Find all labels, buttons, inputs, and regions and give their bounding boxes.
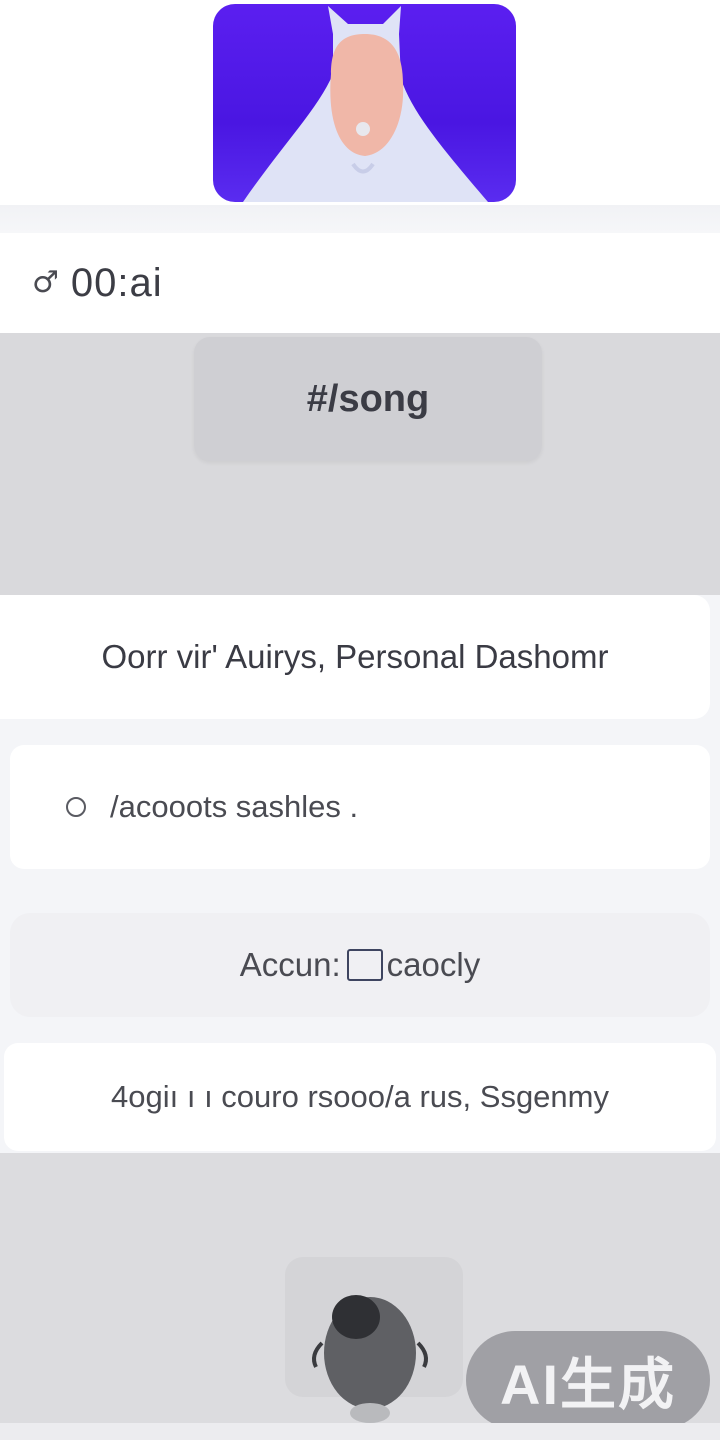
divider — [0, 205, 720, 233]
bottom-strip — [0, 1423, 720, 1440]
bottom-section: AI生成 — [0, 1153, 720, 1429]
avatar-figure-icon — [312, 1295, 428, 1423]
hero-image — [213, 4, 516, 202]
info-card[interactable]: 4ogiı ı ı couro rsooo/a rus, Ssgenmy — [4, 1043, 716, 1151]
account-checkbox[interactable] — [346, 949, 383, 981]
info-card-text: 4ogiı ı ı couro rsooo/a rus, Ssgenmy — [111, 1079, 609, 1114]
header-row: ♂ 00:ai — [0, 233, 720, 333]
radio-button[interactable] — [66, 797, 86, 817]
alarm-icon: ♂ — [32, 265, 59, 300]
account-toggle-label-left: Accun: — [239, 946, 341, 983]
song-button[interactable]: #/song — [194, 337, 542, 461]
accounts-option[interactable]: /acooots sashles . — [10, 745, 710, 869]
accounts-option-label: /acooots sashles . — [110, 789, 359, 824]
ai-generated-watermark: AI生成 — [466, 1331, 710, 1429]
dashboard-title-card[interactable]: Oorr vir' Auirys, Personal Dashomr — [0, 595, 710, 719]
dashboard-title: Oorr vir' Auirys, Personal Dashomr — [101, 638, 609, 675]
account-toggle-label-right: caocly — [386, 946, 481, 983]
account-toggle-row[interactable]: Accun: caocly — [10, 913, 710, 1017]
song-section: #/song — [0, 333, 720, 595]
top-banner — [0, 0, 720, 205]
time-text: 00:ai — [70, 260, 163, 305]
